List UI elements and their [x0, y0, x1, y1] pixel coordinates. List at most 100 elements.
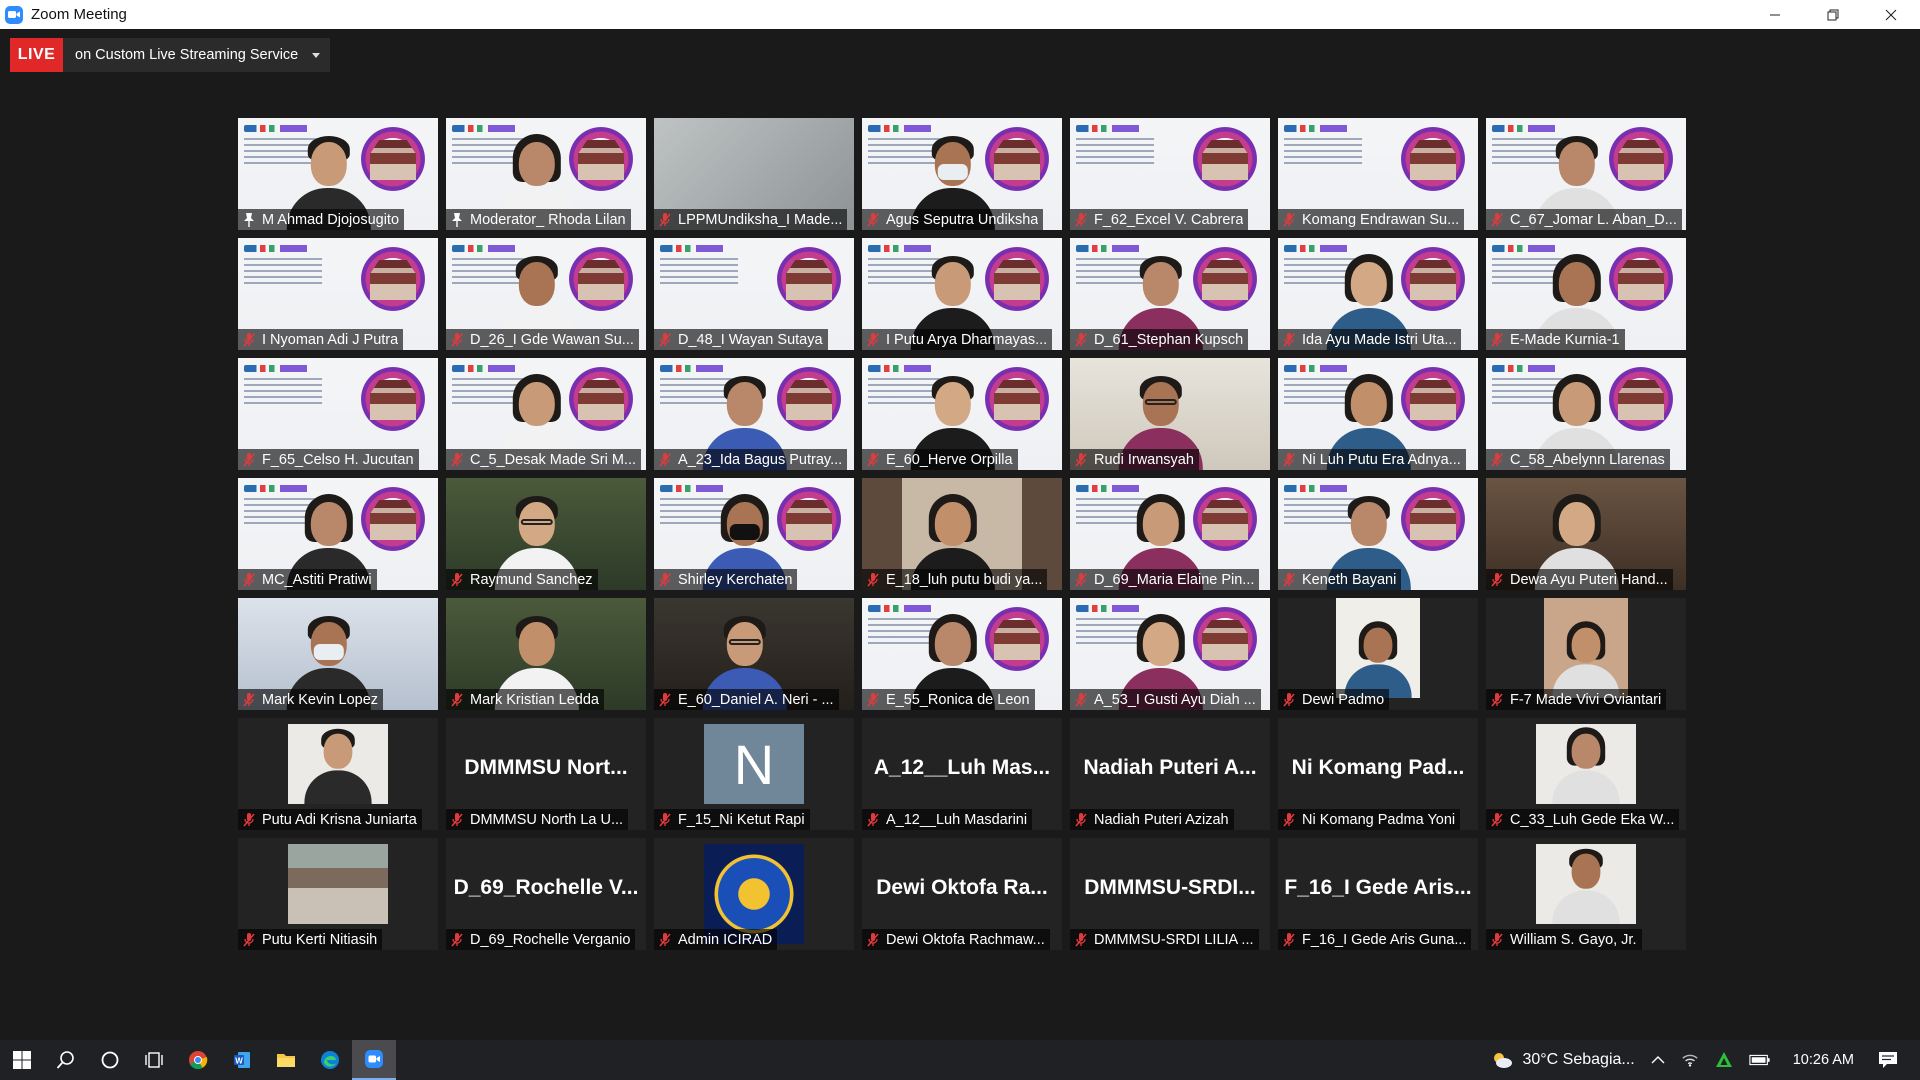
show-hidden-icons-button[interactable]: [1643, 1040, 1673, 1080]
participant-tile[interactable]: C_67_Jomar L. Aban_D...: [1486, 118, 1686, 230]
participant-tile[interactable]: Admin ICIRAD: [654, 838, 854, 950]
muted-mic-icon: [1075, 932, 1087, 946]
participant-tile[interactable]: William S. Gayo, Jr.: [1486, 838, 1686, 950]
participant-name: C_58_Abelynn Llarenas: [1510, 451, 1665, 468]
muted-mic-icon: [1283, 332, 1295, 346]
participant-tile[interactable]: Dewi Oktofa Ra... Dewi Oktofa Rachmaw...: [862, 838, 1062, 950]
participant-tile[interactable]: I Nyoman Adi J Putra: [238, 238, 438, 350]
participant-name-label: Dewa Ayu Puteri Hand...: [1486, 569, 1673, 590]
chrome-button[interactable]: [176, 1040, 220, 1080]
edge-icon: [321, 1051, 339, 1069]
participant-tile[interactable]: N F_15_Ni Ketut Rapi: [654, 718, 854, 830]
network-button[interactable]: [1673, 1040, 1707, 1080]
participant-tile[interactable]: DMMMSU-SRDI... DMMMSU-SRDI LILIA ...: [1070, 838, 1270, 950]
search-button[interactable]: [44, 1040, 88, 1080]
participant-name: C_67_Jomar L. Aban_D...: [1510, 211, 1677, 228]
participant-name: C_5_Desak Made Sri M...: [470, 451, 637, 468]
participant-tile[interactable]: Mark Kevin Lopez: [238, 598, 438, 710]
restore-button[interactable]: [1804, 0, 1862, 29]
participant-video-figure: [1549, 847, 1623, 924]
participant-name: E_60_Daniel A. Neri - ...: [678, 691, 834, 708]
participant-video-figure: [1549, 621, 1623, 698]
participant-name: Ida Ayu Made Istri Uta...: [1302, 331, 1457, 348]
participant-tile[interactable]: D_26_I Gde Wawan Su...: [446, 238, 646, 350]
participant-tile[interactable]: C_33_Luh Gede Eka W...: [1486, 718, 1686, 830]
participant-tile[interactable]: Ni Luh Putu Era Adnya...: [1278, 358, 1478, 470]
participant-tile[interactable]: Mark Kristian Ledda: [446, 598, 646, 710]
upload-arrow-icon: [1715, 1052, 1732, 1067]
participant-tile[interactable]: F-7 Made Vivi Oviantari: [1486, 598, 1686, 710]
zoom-icon: [365, 1050, 383, 1068]
battery-button[interactable]: [1741, 1040, 1779, 1080]
participant-name-label: Nadiah Puteri Azizah: [1070, 809, 1234, 830]
participant-name: D_48_I Wayan Sutaya: [678, 331, 823, 348]
participant-tile[interactable]: A_23_Ida Bagus Putray...: [654, 358, 854, 470]
start-button[interactable]: [0, 1040, 44, 1080]
muted-mic-icon: [243, 452, 255, 466]
clock[interactable]: 10:26 AM: [1779, 1040, 1868, 1080]
participant-tile[interactable]: Ida Ayu Made Istri Uta...: [1278, 238, 1478, 350]
participant-name: M Ahmad Djojosugito: [262, 211, 400, 228]
zoom-taskbar-button[interactable]: [352, 1040, 396, 1080]
participant-name-label: Dewi Padmo: [1278, 689, 1390, 710]
participant-name-label: E_55_Ronica de Leon: [862, 689, 1035, 710]
participant-tile[interactable]: D_48_I Wayan Sutaya: [654, 238, 854, 350]
system-tray: 30°C Sebagia... 10:26 AM: [1482, 1040, 1920, 1080]
participant-tile[interactable]: D_69_Maria Elaine Pin...: [1070, 478, 1270, 590]
participant-tile[interactable]: F_62_Excel V. Cabrera: [1070, 118, 1270, 230]
close-button[interactable]: [1862, 0, 1920, 29]
participant-tile[interactable]: E_60_Daniel A. Neri - ...: [654, 598, 854, 710]
nvidia-tray-button[interactable]: [1707, 1040, 1741, 1080]
participant-tile[interactable]: E_18_luh putu budi ya...: [862, 478, 1062, 590]
participant-tile[interactable]: Keneth Bayani: [1278, 478, 1478, 590]
participant-tile[interactable]: E_60_Herve Orpilla: [862, 358, 1062, 470]
participant-tile[interactable]: Shirley Kerchaten: [654, 478, 854, 590]
participant-tile[interactable]: E-Made Kurnia-1: [1486, 238, 1686, 350]
participant-name-label: Shirley Kerchaten: [654, 569, 798, 590]
participant-name-label: DMMMSU North La U...: [446, 809, 629, 830]
participant-tile[interactable]: D_61_Stephan Kupsch: [1070, 238, 1270, 350]
participant-name-label: MC_Astiti Pratiwi: [238, 569, 377, 590]
action-center-button[interactable]: [1868, 1040, 1920, 1080]
task-view-button[interactable]: [132, 1040, 176, 1080]
participant-tile[interactable]: Putu Kerti Nitiasih: [238, 838, 438, 950]
participant-tile[interactable]: I Putu Arya Dharmayas...: [862, 238, 1062, 350]
participant-tile[interactable]: Putu Adi Krisna Juniarta: [238, 718, 438, 830]
minimize-button[interactable]: [1746, 0, 1804, 29]
participant-tile[interactable]: LPPMUndiksha_I Made...: [654, 118, 854, 230]
participant-tile[interactable]: D_69_Rochelle V... D_69_Rochelle Verganio: [446, 838, 646, 950]
participant-name-label: William S. Gayo, Jr.: [1486, 929, 1642, 950]
participant-tile[interactable]: Agus Seputra Undiksha: [862, 118, 1062, 230]
word-button[interactable]: W: [220, 1040, 264, 1080]
participant-tile[interactable]: Raymund Sanchez: [446, 478, 646, 590]
muted-mic-icon: [867, 932, 879, 946]
live-service-dropdown[interactable]: on Custom Live Streaming Service: [63, 38, 331, 72]
file-explorer-button[interactable]: [264, 1040, 308, 1080]
participant-tile[interactable]: A_53_I Gusti Ayu Diah ...: [1070, 598, 1270, 710]
muted-mic-icon: [451, 332, 463, 346]
participant-tile[interactable]: A_12__Luh Mas... A_12__Luh Masdarini: [862, 718, 1062, 830]
edge-button[interactable]: [308, 1040, 352, 1080]
participant-tile[interactable]: Nadiah Puteri A... Nadiah Puteri Azizah: [1070, 718, 1270, 830]
participant-tile[interactable]: MC_Astiti Pratiwi: [238, 478, 438, 590]
participant-tile[interactable]: F_65_Celso H. Jucutan: [238, 358, 438, 470]
cortana-button[interactable]: [88, 1040, 132, 1080]
participant-tile[interactable]: Rudi Irwansyah: [1070, 358, 1270, 470]
participant-name-label: I Nyoman Adi J Putra: [238, 329, 404, 350]
participant-display-name: Nadiah Puteri A...: [1083, 756, 1257, 779]
participant-tile[interactable]: Dewi Padmo: [1278, 598, 1478, 710]
participant-tile[interactable]: F_16_I Gede Aris... F_16_I Gede Aris Guna…: [1278, 838, 1478, 950]
muted-mic-icon: [1491, 452, 1503, 466]
muted-mic-icon: [1283, 692, 1295, 706]
participant-tile[interactable]: C_5_Desak Made Sri M...: [446, 358, 646, 470]
participant-tile[interactable]: Ni Komang Pad... Ni Komang Padma Yoni: [1278, 718, 1478, 830]
participant-tile[interactable]: DMMMSU Nort... DMMMSU North La U...: [446, 718, 646, 830]
participant-tile[interactable]: C_58_Abelynn Llarenas: [1486, 358, 1686, 470]
participant-tile[interactable]: Dewa Ayu Puteri Hand...: [1486, 478, 1686, 590]
weather-widget[interactable]: 30°C Sebagia...: [1482, 1040, 1642, 1080]
participant-tile[interactable]: M Ahmad Djojosugito: [238, 118, 438, 230]
participant-name-label: Raymund Sanchez: [446, 569, 598, 590]
participant-tile[interactable]: E_55_Ronica de Leon: [862, 598, 1062, 710]
participant-tile[interactable]: Komang Endrawan Su...: [1278, 118, 1478, 230]
participant-tile[interactable]: Moderator_ Rhoda Lilan: [446, 118, 646, 230]
